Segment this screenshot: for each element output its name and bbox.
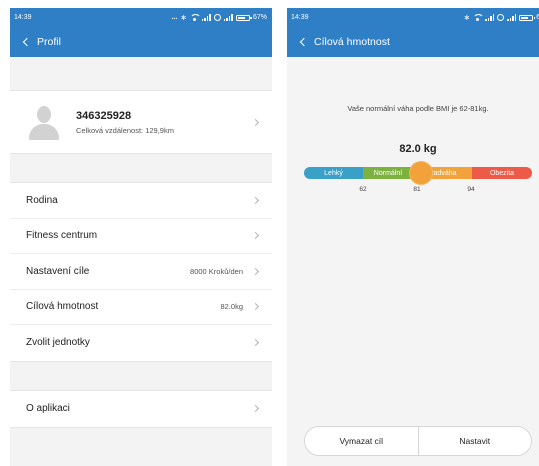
wifi-icon [189,14,201,21]
back-arrow-icon[interactable] [293,30,311,54]
menu-item-label: Fitness centrum [26,230,98,242]
profile-card[interactable]: 346325928 Celková vzdálenost: 129,9km [10,90,272,154]
signal-icon-2 [223,14,233,21]
clear-target-button[interactable]: Vymazat cíl [305,427,418,455]
bluetooth-icon: ∗ [180,13,187,22]
chevron-right-icon [251,405,260,413]
profile-id: 346325928 [76,109,132,122]
alarm-icon [497,14,505,21]
wifi-icon [473,14,485,21]
signal-icon [201,14,211,21]
scale-tick-label: 94 [467,186,475,193]
menu-item-value: 8000 Kroků/den [190,266,243,276]
status-time: 14:39 [291,14,309,21]
alarm-icon [213,14,221,21]
signal-icon-2 [507,14,517,21]
menu-item-value: 82.0kg [220,302,243,312]
chevron-right-icon [251,118,260,126]
bmi-segment: Normální [363,167,413,179]
status-bar: 14:39 ∗ 67 [287,8,539,27]
status-overflow-dots: ... [171,14,178,21]
menu-item[interactable]: Cílová hmotnost 82.0kg [10,290,272,325]
bmi-range-text: Vaše normální váha podle BMI je 62-81kg. [347,104,489,113]
settings-menu: Rodina Fitness centrum Nastavení cíle 8000 … [10,182,272,362]
status-bar: 14:39 ... ∗ 67% [10,8,272,27]
battery-icon [519,14,536,21]
profile-screen: 14:39 ... ∗ 67% Profil 346325928 Celková… [10,8,272,466]
about-menu: O aplikaci [10,390,272,428]
menu-item[interactable]: Fitness centrum [10,219,272,254]
chevron-right-icon [251,339,260,347]
bmi-segment: Obezita [472,167,532,179]
menu-item-label: Zvolit jednotky [26,337,90,349]
target-weight-screen: 14:39 ∗ 67 Cílová hmotnost Vaše normální… [287,8,539,466]
bmi-segment: Lehký [304,167,363,179]
chevron-right-icon [251,303,260,311]
bluetooth-icon: ∗ [463,13,471,22]
total-distance: Celková vzdálenost: 129,9km [76,125,174,135]
menu-item-label: Rodina [26,194,58,206]
signal-icon [485,14,495,21]
scale-tick-label: 62 [359,186,367,193]
page-title: Profil [37,36,61,48]
battery-level: 67% [252,14,267,21]
status-time: 14:39 [14,14,32,21]
menu-item[interactable]: Nastavení cíle 8000 Kroků/den [10,254,272,290]
menu-item-label: Cílová hmotnost [26,301,99,313]
back-arrow-icon[interactable] [16,30,34,54]
menu-item[interactable]: O aplikaci [10,391,272,427]
chevron-right-icon [251,267,260,275]
app-bar: Profil [10,27,272,57]
menu-item[interactable]: Zvolit jednotky [10,325,272,361]
page-title: Cílová hmotnost [314,36,390,48]
action-buttons: Vymazat cíl Nastavit [304,426,532,456]
menu-item-label: Nastavení cíle [26,265,90,277]
target-weight-value: 82.0 kg [399,143,437,155]
weight-slider-handle[interactable] [410,162,433,184]
menu-item-label: O aplikaci [26,403,70,415]
set-target-button[interactable]: Nastavit [417,427,532,455]
chevron-right-icon [251,232,260,240]
battery-icon [235,14,252,21]
chevron-right-icon [251,196,260,204]
scale-tick-label: 81 [413,186,421,193]
avatar [26,104,62,140]
menu-item[interactable]: Rodina [10,183,272,219]
app-bar: Cílová hmotnost [287,27,539,57]
